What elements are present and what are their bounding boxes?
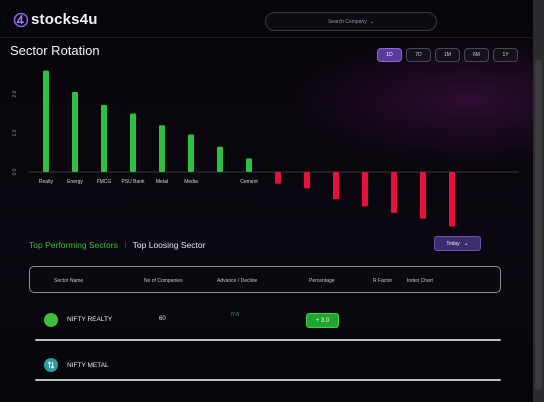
search-company-input[interactable]: Search Company ⌄ xyxy=(265,12,437,31)
swap-arrows-icon xyxy=(47,361,55,369)
sector-tabs: Top Performing Sectors | Top Loosing Sec… xyxy=(29,240,205,250)
sector-bar[interactable] xyxy=(362,172,368,207)
x-tick-label: Metal xyxy=(156,179,168,185)
sector-bar[interactable] xyxy=(217,146,223,172)
sector-bar[interactable] xyxy=(188,134,194,172)
x-tick-label: Energy xyxy=(67,179,83,185)
app-window: stocks4u Search Company ⌄ Sector Rotatio… xyxy=(0,0,533,402)
search-placeholder: Search Company xyxy=(328,18,367,25)
sector-bar[interactable] xyxy=(130,113,136,173)
header-r-factor: R Factor xyxy=(373,278,393,284)
period-label: Today xyxy=(446,240,460,247)
sector-bar[interactable] xyxy=(304,172,310,189)
tab-separator: | xyxy=(124,241,127,249)
sector-bar[interactable] xyxy=(246,158,252,172)
sector-bar[interactable] xyxy=(420,172,426,219)
x-tick-label: Cement xyxy=(240,179,258,185)
sector-name[interactable]: NIFTY METAL xyxy=(67,362,109,369)
page-scrollbar[interactable] xyxy=(533,0,544,402)
chevron-down-icon: ⌄ xyxy=(463,241,469,247)
sector-bar[interactable] xyxy=(449,172,455,227)
advance-decline: 7/ 6 xyxy=(230,312,240,318)
table-header: Sector Name No of Companies Advance / De… xyxy=(29,266,501,293)
sector-bar[interactable] xyxy=(43,70,49,172)
sector-bar[interactable] xyxy=(275,172,281,184)
sector-bar[interactable] xyxy=(391,172,397,213)
x-tick-label: Media xyxy=(184,179,198,185)
x-tick-label: FMCG xyxy=(97,179,112,185)
header-percentage: Percentage xyxy=(309,278,335,284)
percentage-badge: + 3.0 xyxy=(306,313,339,328)
period-dropdown[interactable]: Today ⌄ xyxy=(434,236,481,251)
header-no-of-companies: No of Companies xyxy=(144,278,183,284)
sector-bar[interactable] xyxy=(333,172,339,200)
sector-icon xyxy=(44,358,58,372)
sector-rotation-chart: 2.0 1.0 0.0 Realty Energy FMCG PSU Bank Metal Me… xyxy=(12,70,519,227)
brand-logo[interactable]: stocks4u xyxy=(13,11,98,28)
y-tick-label: 2.0 xyxy=(12,90,18,97)
y-tick-label: 0.0 xyxy=(12,168,18,175)
sector-name[interactable]: NIFTY REALTY xyxy=(67,316,112,323)
brand-name: stocks4u xyxy=(31,11,98,28)
company-count: 60 xyxy=(159,316,166,322)
sector-icon xyxy=(44,313,58,327)
sector-bar[interactable] xyxy=(72,92,78,172)
page-title: Sector Rotation xyxy=(10,43,100,58)
header-index-chart: Index Chart xyxy=(407,278,433,284)
sector-bar[interactable] xyxy=(159,125,165,172)
scrollbar-thumb[interactable] xyxy=(535,60,542,390)
tab-top-performing[interactable]: Top Performing Sectors xyxy=(29,240,118,250)
header-advance-decline: Advance / Decline xyxy=(217,278,258,284)
chevron-down-icon: ⌄ xyxy=(369,18,374,25)
row-divider xyxy=(35,379,501,381)
header-sector-name: Sector Name xyxy=(54,278,84,284)
sector-bar[interactable] xyxy=(101,104,107,172)
header-divider xyxy=(0,37,533,38)
logo-icon xyxy=(13,12,29,27)
y-tick-label: 1.0 xyxy=(12,129,18,136)
row-divider xyxy=(35,339,501,341)
x-tick-label: Realty xyxy=(39,179,54,185)
x-tick-label: PSU Bank xyxy=(121,179,145,185)
tab-top-loosing[interactable]: Top Loosing Sector xyxy=(133,240,206,250)
